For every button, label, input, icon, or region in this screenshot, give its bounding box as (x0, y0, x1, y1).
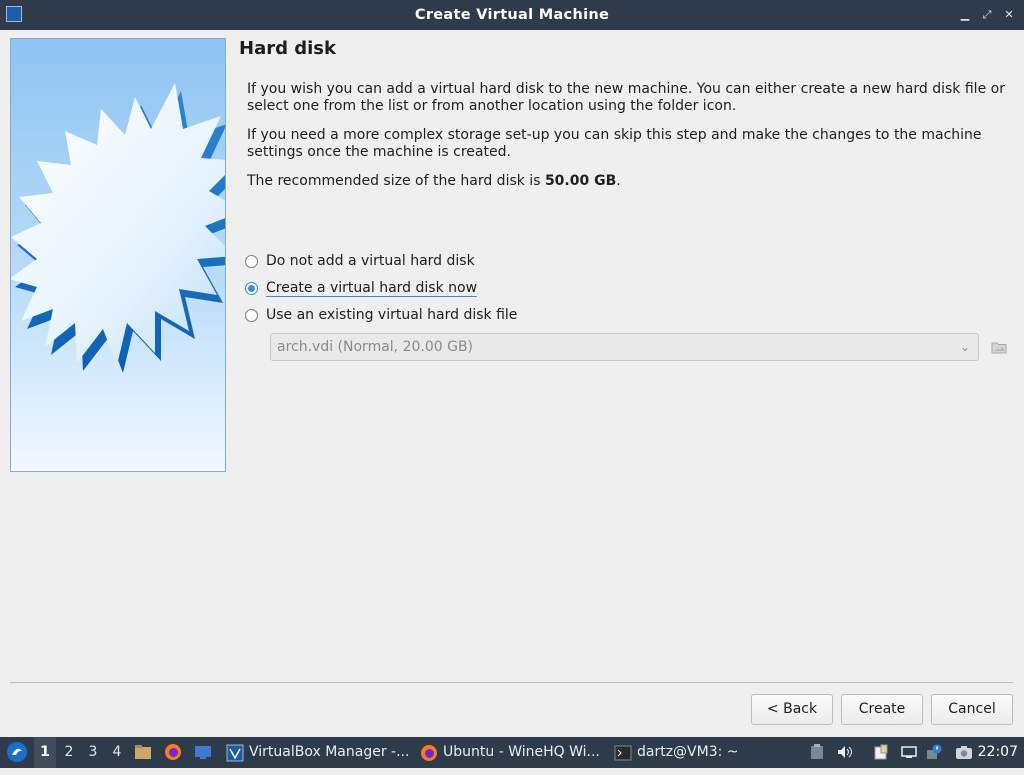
option-no-disk[interactable]: Do not add a virtual hard disk (245, 251, 475, 271)
task-firefox-winehq[interactable]: Ubuntu - WineHQ Wi... (420, 737, 606, 768)
existing-disk-select[interactable]: arch.vdi (Normal, 20.00 GB) ⌄ (270, 333, 979, 361)
radio-create-disk[interactable] (245, 281, 258, 295)
workspace-2[interactable]: 2 (58, 737, 80, 768)
file-manager-launcher[interactable] (134, 737, 154, 768)
task-terminal[interactable]: dartz@VM3: ~ (614, 737, 800, 768)
tray-clipboard-icon[interactable] (810, 744, 826, 760)
file-manager-icon (135, 745, 151, 759)
update-notifier-icon[interactable] (926, 744, 942, 760)
task-label: Ubuntu - WineHQ Wi... (443, 744, 600, 760)
recommended-size-text: The recommended size of the hard disk is… (247, 173, 1007, 190)
minimize-icon[interactable]: ▁ (958, 8, 972, 22)
back-button[interactable]: < Back (751, 694, 833, 725)
recommended-size-value: 50.00 GB (544, 173, 617, 189)
restore-icon[interactable]: ⤢ (980, 8, 994, 22)
firefox-icon (165, 744, 181, 760)
workspace-3[interactable]: 3 (82, 737, 104, 768)
starburst-graphic (11, 83, 225, 373)
chevron-down-icon: ⌄ (959, 340, 970, 354)
choose-disk-folder-button[interactable] (991, 339, 1007, 354)
footer-separator (10, 682, 1013, 683)
workspace-4[interactable]: 4 (106, 737, 128, 768)
radio-no-disk[interactable] (245, 254, 258, 268)
task-label: dartz@VM3: ~ (637, 744, 739, 760)
window-title: Create Virtual Machine (414, 7, 610, 23)
recommended-size-suffix: . (616, 173, 621, 189)
option-no-disk-label: Do not add a virtual hard disk (266, 253, 475, 269)
intro-text: If you wish you can add a virtual hard d… (247, 81, 1005, 114)
close-icon[interactable]: ✕ (1002, 8, 1016, 22)
option-create-disk-label: Create a virtual hard disk now (266, 279, 478, 297)
option-existing-disk-label: Use an existing virtual hard disk file (266, 307, 518, 323)
cancel-button[interactable]: Cancel (931, 694, 1013, 725)
window-titlebar[interactable]: Create Virtual Machine ▁ ⤢ ✕ (0, 0, 1024, 30)
virtualbox-icon (226, 744, 244, 761)
option-create-disk[interactable]: Create a virtual hard disk now (245, 278, 478, 298)
terminal-icon (614, 745, 632, 760)
option-existing-disk[interactable]: Use an existing virtual hard disk file (245, 305, 517, 325)
taskbar: 1 2 3 4 VirtualBox Manager -... Ubuntu -… (0, 737, 1024, 768)
volume-icon[interactable] (837, 744, 853, 760)
wizard-side-image (10, 38, 226, 472)
create-button[interactable]: Create (841, 694, 923, 725)
show-desktop-launcher[interactable] (194, 737, 214, 768)
task-virtualbox-manager[interactable]: VirtualBox Manager -... (226, 737, 412, 768)
firefox-launcher[interactable] (164, 737, 184, 768)
taskbar-clock[interactable]: 22:07 (978, 737, 1018, 768)
page-title: Hard disk (239, 38, 336, 59)
storage-hint-text: If you need a more complex storage set-u… (247, 127, 982, 160)
notes-icon[interactable] (873, 744, 889, 760)
existing-disk-select-value: arch.vdi (Normal, 20.00 GB) (277, 339, 474, 355)
firefox-icon (421, 744, 437, 761)
radio-existing-disk[interactable] (245, 308, 258, 322)
task-label: VirtualBox Manager -... (249, 744, 410, 760)
recommended-size-prefix: The recommended size of the hard disk is (247, 173, 545, 189)
window-controls: ▁ ⤢ ✕ (958, 0, 1016, 30)
screenshot-icon[interactable] (955, 744, 972, 760)
lubuntu-logo-icon (7, 742, 27, 762)
workspace-1[interactable]: 1 (34, 737, 56, 768)
desktop-icon (195, 746, 211, 759)
folder-icon (991, 342, 1007, 354)
start-menu-button[interactable] (4, 737, 30, 768)
network-icon[interactable] (901, 744, 917, 760)
